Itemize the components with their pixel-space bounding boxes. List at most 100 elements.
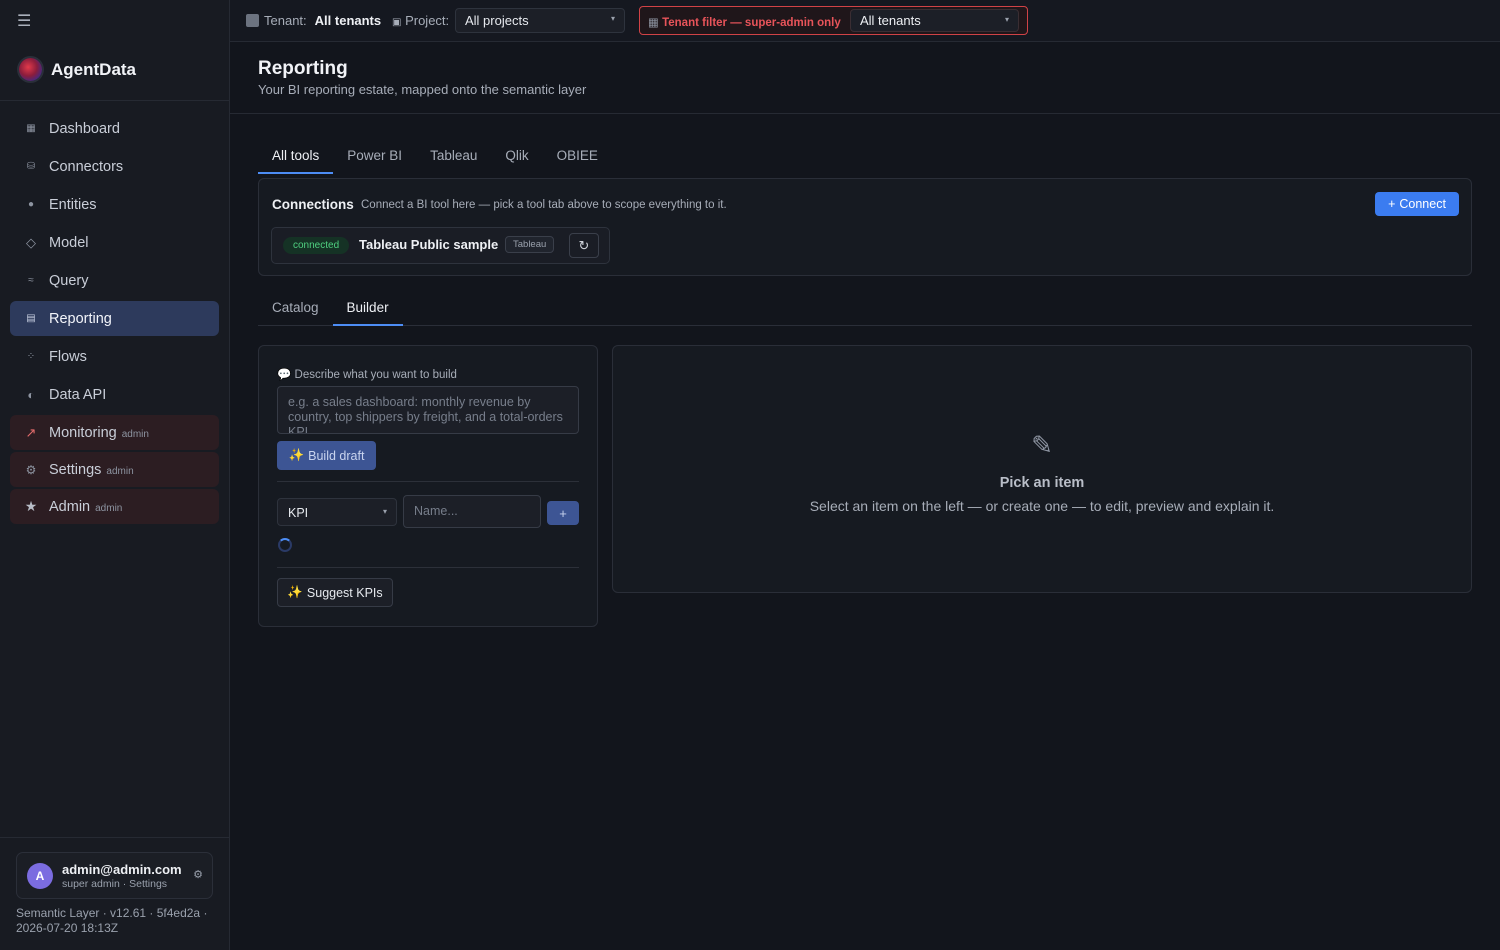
sidebar-item-label: Monitoring <box>49 424 117 441</box>
admin-tag: admin <box>106 465 134 477</box>
sidebar-item-label: Data API <box>49 386 107 403</box>
sidebar-item-entities[interactable]: ● Entities <box>10 187 219 222</box>
divider <box>0 837 229 838</box>
sidebar-item-label: Flows <box>49 348 87 365</box>
connect-button[interactable]: + Connect <box>1375 192 1459 216</box>
star-icon: ★ <box>24 498 38 514</box>
chart-icon: ↗ <box>25 424 37 440</box>
sidebar-item-dashboard[interactable]: ▦ Dashboard <box>10 111 219 146</box>
tab-all-tools[interactable]: All tools <box>258 140 334 174</box>
page-subtitle: Your BI reporting estate, mapped onto th… <box>258 82 587 97</box>
connections-title: Connections <box>272 197 354 212</box>
database-icon: ⛁ <box>26 161 36 172</box>
suggest-kpis-button[interactable]: ✨ Suggest KPIs <box>277 578 393 607</box>
tool-badge: Tableau <box>505 236 555 253</box>
divider <box>277 567 579 568</box>
project-label-text: Project: <box>405 13 450 28</box>
tab-tableau[interactable]: Tableau <box>416 140 491 174</box>
project-icon: ▣ <box>392 17 402 28</box>
tenant-label: Tenant: <box>264 13 307 28</box>
describe-label-text: Describe what you want to build <box>294 369 457 381</box>
brand[interactable]: AgentData <box>19 58 136 81</box>
page-title: Reporting <box>258 58 348 79</box>
version-line: Semantic Layer · v12.61 · 5f4ed2a · <box>16 906 208 920</box>
item-kind-value: KPI <box>288 506 309 520</box>
superadmin-tenant-select[interactable]: All tenants ▾ <box>850 9 1019 32</box>
refresh-icon[interactable]: ↻ <box>569 233 599 258</box>
tab-builder[interactable]: Builder <box>332 292 403 326</box>
tab-qlik[interactable]: Qlik <box>491 140 542 174</box>
data-api-icon: ◐ <box>27 387 35 402</box>
suggest-kpis-label: Suggest KPIs <box>306 585 383 600</box>
superadmin-tenant-value: All tenants <box>860 13 921 28</box>
sidebar-item-label: Connectors <box>49 158 124 175</box>
user-email: admin@admin.com <box>62 861 182 877</box>
chevron-down-icon: ▾ <box>1004 15 1009 24</box>
sidebar-item-flows[interactable]: ⁘ Flows <box>10 339 219 374</box>
connection-card[interactable]: connected Tableau Public sample Tableau … <box>271 227 610 264</box>
item-name-input[interactable]: Name... <box>403 495 541 528</box>
topbar: Tenant: All tenants ▣ Project: All proje… <box>230 0 1500 42</box>
sidebar-item-label: Dashboard <box>49 120 120 137</box>
empty-state-description: Select an item on the left — or create o… <box>809 498 1275 514</box>
version-info: Semantic Layer · v12.61 · 5f4ed2a · 2026… <box>16 906 221 936</box>
project-select-value: All projects <box>465 13 529 28</box>
chevron-down-icon: ▾ <box>610 14 615 23</box>
gear-icon: ⚙ <box>25 462 37 477</box>
connection-name: Tableau Public sample <box>359 237 499 252</box>
avatar: A <box>27 862 53 889</box>
sidebar-item-connectors[interactable]: ⛁ Connectors <box>10 149 219 184</box>
sidebar-item-settings[interactable]: ⚙ Settings admin <box>10 452 219 487</box>
reporting-icon: ▤ <box>26 313 36 324</box>
connections-description: Connect a BI tool here — pick a tool tab… <box>361 199 727 211</box>
sidebar-item-label: Entities <box>49 196 97 213</box>
describe-textarea[interactable]: e.g. a sales dashboard: monthly revenue … <box>277 386 579 434</box>
tab-obiee[interactable]: OBIEE <box>543 140 612 174</box>
add-item-button[interactable]: + <box>547 501 579 525</box>
user-info: admin@admin.com super admin · Settings <box>62 862 182 890</box>
speech-bubble-icon: 💬 <box>277 369 292 381</box>
sidebar-item-reporting[interactable]: ▤ Reporting <box>10 301 219 336</box>
divider <box>0 100 229 101</box>
sidebar-item-data-api[interactable]: ◐ Data API <box>10 377 219 412</box>
building-icon <box>246 14 259 27</box>
sidebar-item-label: Query <box>49 272 89 289</box>
building-icon: ▦ <box>648 17 659 29</box>
project-label: ▣ Project: <box>392 13 449 28</box>
admin-tag: admin <box>121 428 149 440</box>
tab-catalog[interactable]: Catalog <box>258 292 333 326</box>
plus-icon: + <box>1388 197 1396 211</box>
dashboard-icon: ▦ <box>26 123 36 134</box>
empty-state-title: Pick an item <box>999 475 1085 491</box>
user-role: super admin · Settings <box>62 877 168 890</box>
tab-power-bi[interactable]: Power BI <box>333 140 416 174</box>
pencil-icon: ✎ <box>1031 430 1053 460</box>
sidebar-item-label: Model <box>49 234 89 251</box>
sidebar-item-label: Settings <box>49 461 102 478</box>
sidebar-item-label: Reporting <box>49 310 112 327</box>
gear-icon[interactable]: ⚙ <box>193 868 203 881</box>
query-icon: ≈ <box>28 275 34 286</box>
describe-label: 💬 Describe what you want to build <box>277 367 457 381</box>
superadmin-tenant-filter: ▦ Tenant filter — super-admin only All t… <box>639 6 1028 35</box>
build-draft-button[interactable]: ✨ Build draft <box>277 441 376 470</box>
sidebar-item-monitoring[interactable]: ↗ Monitoring admin <box>10 415 219 450</box>
user-card[interactable]: A admin@admin.com super admin · Settings… <box>16 852 213 899</box>
divider <box>277 481 579 482</box>
logo-icon <box>19 58 42 81</box>
builder-panel: 💬 Describe what you want to build e.g. a… <box>258 345 598 627</box>
project-select[interactable]: All projects ▾ <box>455 8 625 33</box>
flows-icon: ⁘ <box>26 351 36 362</box>
sidebar-item-model[interactable]: ◇ Model <box>10 225 219 260</box>
tool-tabs: All tools Power BI Tableau Qlik OBIEE <box>258 140 1472 174</box>
sidebar-item-query[interactable]: ≈ Query <box>10 263 219 298</box>
connect-label: Connect <box>1399 197 1446 211</box>
item-kind-select[interactable]: KPI ▾ <box>277 498 397 526</box>
sidebar-item-admin[interactable]: ★ Admin admin <box>10 489 219 524</box>
page-header: Reporting Your BI reporting estate, mapp… <box>230 42 1500 114</box>
tenant-value: All tenants <box>314 13 382 28</box>
hamburger-menu-icon[interactable]: ☰ <box>17 13 33 31</box>
entities-icon: ● <box>27 199 35 210</box>
loading-spinner-icon <box>278 538 292 552</box>
sidebar-nav: ▦ Dashboard ⛁ Connectors ● Entities ◇ Mo… <box>10 111 219 526</box>
